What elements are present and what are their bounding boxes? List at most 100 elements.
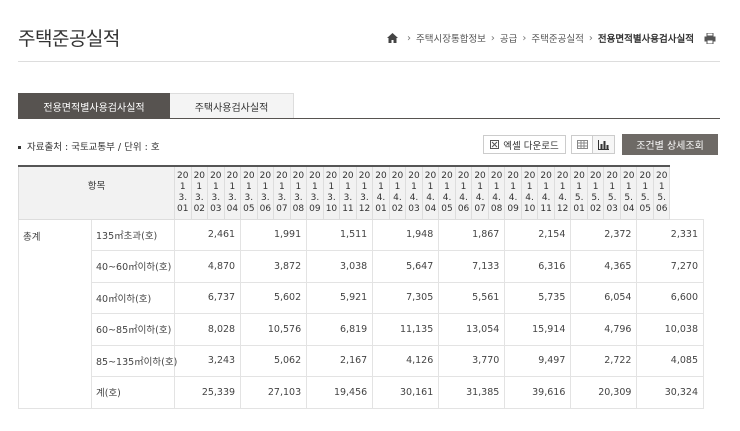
period-header-part: 20 [292,171,305,181]
tab-area-inspection[interactable]: 전용면적별사용검사실적 [18,93,170,119]
period-header-part: 20 [358,171,371,181]
period-header-part: 4. [558,193,567,203]
item-header: 항목 [18,165,176,220]
period-header-part: 1 [411,182,417,192]
table-row: 40㎡이하(호) 6,737 5,602 5,921 7,305 5,561 5,735 6,… [19,281,704,314]
chevron-right-icon: › [522,32,527,44]
period-header-part: 5. [624,193,633,203]
chevron-right-icon: › [407,32,411,44]
period-header-part: 03 [210,204,222,214]
period-header-part: 20 [490,171,503,181]
period-header-part: 4. [442,193,452,203]
period-header-part: 20 [441,171,453,181]
period-header-part: 5. [591,193,600,203]
category-label: 135㎡초과(호) [90,218,176,251]
period-header-part: 1 [196,182,203,192]
period-header-part: 09 [309,204,321,214]
chart-view-button[interactable] [593,135,615,154]
value-cell: 31,385 [438,376,506,409]
period-header-part: 1 [493,182,500,192]
value-cell: 10,038 [636,313,704,346]
period-header-part: 20 [656,171,668,181]
period-header-part: 04 [424,204,437,214]
value-cell: 9,497 [504,344,572,377]
value-cell: 5,561 [438,281,506,314]
period-header: 20 1 3. 06 [256,165,275,220]
period-header-part: 3. [294,193,303,203]
period-header-part: 06 [656,204,668,214]
period-header-part: 1 [559,182,566,192]
value-cell: 3,872 [240,250,308,283]
period-header-part: 4. [409,193,419,203]
period-header-part: 1 [312,182,318,192]
home-icon[interactable] [387,33,398,43]
period-header-part: 04 [226,204,239,214]
period-header-part: 5. [657,193,667,203]
period-header-part: 1 [625,182,632,192]
value-cell: 6,737 [174,281,242,314]
period-header: 20 1 3. 09 [306,165,324,220]
period-header: 20 1 5. 01 [570,165,588,220]
period-header: 20 1 3. 04 [223,165,242,220]
table-body: 총계 135㎡초과(호) 2,461 1,991 1,511 1,948 1,867 2,15… [18,218,704,409]
period-header-part: 1 [295,182,302,192]
value-cell: 20,309 [570,376,638,409]
period-header-part: 20 [474,171,486,181]
period-header-part: 20 [193,171,206,181]
breadcrumb-item[interactable]: 주택준공실적 [531,31,583,45]
period-header-part: 4. [393,193,402,203]
period-header: 20 1 5. 02 [586,165,605,220]
period-header-part: 1 [212,182,219,192]
period-header-part: 1 [179,182,186,192]
period-header-part: 03 [606,204,618,214]
tab-housing-inspection[interactable]: 주택사용검사실적 [170,93,294,119]
period-header: 20 1 4. 09 [504,165,522,220]
tab-bar: 전용면적별사용검사실적 주택사용검사실적 [18,93,294,119]
value-cell: 10,576 [240,313,308,346]
period-header-part: 05 [441,204,453,214]
printer-icon[interactable] [704,32,716,44]
category-label: 계(호) [90,376,176,409]
grid-view-button[interactable] [571,135,593,154]
period-header-part: 3. [327,193,336,203]
period-header-part: 20 [523,171,536,181]
period-header-part: 20 [457,171,470,181]
value-cell: 2,154 [504,218,572,251]
value-cell: 4,085 [636,344,704,377]
period-header: 20 1 3. 02 [190,165,209,220]
period-header-part: 20 [639,171,651,181]
period-header-part: 20 [342,171,354,181]
period-header-part: 1 [460,182,467,192]
period-header-part: 02 [193,204,206,214]
period-header-part: 20 [177,171,189,181]
table-row: 60~85㎡이하(호) 8,028 10,576 6,819 11,135 13,054 1… [19,313,704,346]
source-text: 자료출처 : 국토교통부 / 단위 : 호 [27,142,160,153]
period-header: 20 1 4. 04 [421,165,440,220]
value-cell: 4,126 [372,344,440,377]
period-header-part: 08 [490,204,503,214]
value-cell: 5,735 [504,281,572,314]
view-toggle [571,135,615,154]
breadcrumb-item[interactable]: 공급 [500,31,517,45]
bullet-icon [18,146,21,149]
period-header: 20 1 3. 07 [273,165,291,220]
category-label: 85~135㎡이하(호) [90,344,177,377]
value-cell: 27,103 [240,376,308,409]
value-cell: 5,602 [240,281,308,314]
table-row: 40~60㎡이하(호) 4,870 3,872 3,038 5,647 7,133 6,31… [19,250,704,283]
period-header-part: 3. [228,193,237,203]
excel-download-button[interactable]: 엑셀 다운로드 [483,135,566,154]
period-header-part: 06 [457,204,470,214]
breadcrumb-item[interactable]: 주택시장통합정보 [416,31,486,45]
value-cell: 13,054 [438,313,506,346]
period-header-part: 1 [609,182,616,192]
period-header-part: 4. [525,193,534,203]
detailed-search-button[interactable]: 조건별 상세조회 [622,134,718,155]
period-header-part: 4. [508,193,518,203]
period-header-part: 3. [244,193,254,203]
period-header: 20 1 4. 11 [537,165,555,220]
period-header-part: 02 [391,204,404,214]
value-cell: 6,819 [306,313,374,346]
value-cell: 30,324 [636,376,704,409]
period-header-part: 10 [523,204,536,214]
